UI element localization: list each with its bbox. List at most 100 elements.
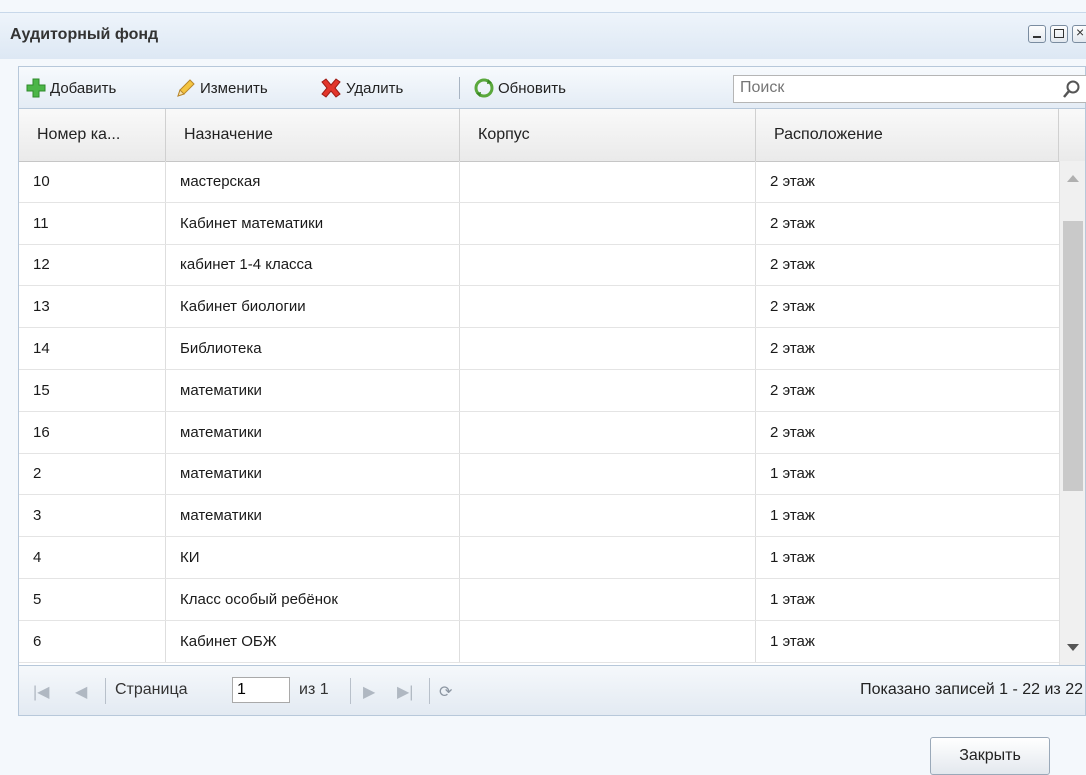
cell-purpose: кабинет 1-4 класса xyxy=(166,244,460,286)
table-row[interactable]: 2 математики 1 этаж xyxy=(19,453,1059,496)
cell-building xyxy=(460,578,756,620)
plus-icon xyxy=(26,78,46,98)
table-row[interactable]: 16 математики 2 этаж xyxy=(19,411,1059,454)
paging-toolbar: |◀ ◀ Страница из 1 ▶ ▶| ⟳ Показано запис… xyxy=(18,666,1086,716)
close-icon: × xyxy=(1076,24,1085,40)
cell-purpose: КИ xyxy=(166,537,460,578)
vertical-scrollbar[interactable] xyxy=(1059,161,1085,665)
cell-building xyxy=(460,495,756,537)
grid-header: Номер ка... Назначение Корпус Расположен… xyxy=(19,109,1085,162)
cell-number: 3 xyxy=(19,495,166,537)
delete-button-label: Удалить xyxy=(346,79,404,97)
cell-number: 13 xyxy=(19,286,166,328)
table-row[interactable]: 10 мастерская 2 этаж xyxy=(19,161,1059,203)
delete-x-icon xyxy=(321,78,341,98)
column-header-location[interactable]: Расположение xyxy=(756,109,1059,161)
table-row[interactable]: 3 математики 1 этаж xyxy=(19,495,1059,538)
close-window-button[interactable]: × xyxy=(1072,24,1086,43)
cell-number: 15 xyxy=(19,369,166,411)
cell-number: 10 xyxy=(19,161,166,202)
cell-building xyxy=(460,620,756,662)
cell-number: 2 xyxy=(19,453,166,495)
cell-purpose: Библиотека xyxy=(166,328,460,369)
pencil-icon xyxy=(177,79,195,97)
records-info: Показано записей 1 - 22 из 22 xyxy=(860,681,1083,698)
cell-location: 2 этаж xyxy=(770,256,815,274)
cell-location: 1 этаж xyxy=(770,465,815,483)
cell-number: 4 xyxy=(19,537,166,578)
refresh-icon xyxy=(474,78,494,98)
minimize-button[interactable] xyxy=(1028,25,1046,43)
title-bar[interactable]: Аудиторный фонд × xyxy=(0,12,1086,59)
table-row[interactable]: 4 КИ 1 этаж xyxy=(19,537,1059,579)
cell-location: 2 этаж xyxy=(770,340,815,358)
cell-building xyxy=(460,537,756,578)
cell-location: 1 этаж xyxy=(770,507,815,525)
scroll-up-arrow-icon[interactable] xyxy=(1067,175,1079,182)
cell-location: 2 этаж xyxy=(770,172,815,190)
cell-location: 2 этаж xyxy=(770,298,815,316)
maximize-button[interactable] xyxy=(1050,25,1068,43)
cell-location: 2 этаж xyxy=(770,423,815,441)
table-row[interactable]: 14 Библиотека 2 этаж xyxy=(19,328,1059,370)
edit-button-label: Изменить xyxy=(200,79,268,97)
cell-location: 1 этаж xyxy=(770,590,815,608)
cell-purpose: Класс особый ребёнок xyxy=(166,578,460,620)
cell-building xyxy=(460,244,756,286)
scroll-down-arrow-icon[interactable] xyxy=(1067,644,1079,651)
delete-button[interactable]: Удалить xyxy=(319,77,403,99)
window-title: Аудиторный фонд xyxy=(10,26,159,43)
cell-purpose: Кабинет биологии xyxy=(166,286,460,328)
cell-purpose: Кабинет ОБЖ xyxy=(166,620,460,662)
page-count-label: из 1 xyxy=(299,681,329,698)
column-header-number[interactable]: Номер ка... xyxy=(19,109,166,161)
cell-location: 1 этаж xyxy=(770,549,815,567)
dialog-window: Аудиторный фонд × Добавить Изменить Удал… xyxy=(0,0,1086,775)
edit-button[interactable]: Изменить xyxy=(175,77,268,99)
refresh-button[interactable]: Обновить xyxy=(473,77,566,99)
first-page-icon[interactable]: |◀ xyxy=(33,682,49,702)
table-row[interactable]: 6 Кабинет ОБЖ 1 этаж xyxy=(19,620,1059,663)
column-header-purpose[interactable]: Назначение xyxy=(166,109,460,161)
cell-number: 5 xyxy=(19,578,166,620)
cell-building xyxy=(460,161,756,202)
scrollbar-thumb[interactable] xyxy=(1063,221,1083,491)
toolbar-divider xyxy=(459,77,460,99)
table-row[interactable]: 11 Кабинет математики 2 этаж xyxy=(19,202,1059,245)
page-label: Страница xyxy=(115,681,188,698)
column-header-building[interactable]: Корпус xyxy=(460,109,756,161)
rooms-grid: Номер ка... Назначение Корпус Расположен… xyxy=(18,108,1086,666)
cell-purpose: математики xyxy=(166,411,460,453)
cell-building xyxy=(460,369,756,411)
close-button[interactable]: Закрыть xyxy=(930,737,1050,775)
reload-icon[interactable]: ⟳ xyxy=(439,682,452,702)
pager-divider xyxy=(350,678,351,704)
cell-building xyxy=(460,453,756,495)
cell-purpose: математики xyxy=(166,453,460,495)
refresh-button-label: Обновить xyxy=(498,79,566,97)
cell-building xyxy=(460,328,756,369)
add-button[interactable]: Добавить xyxy=(25,77,116,99)
search-icon[interactable] xyxy=(1062,79,1082,99)
table-row[interactable]: 12 кабинет 1-4 класса 2 этаж xyxy=(19,244,1059,287)
cell-number: 12 xyxy=(19,244,166,286)
page-number-input[interactable] xyxy=(232,677,290,703)
prev-page-icon[interactable]: ◀ xyxy=(75,682,87,702)
search-field[interactable] xyxy=(733,75,1086,103)
search-input[interactable] xyxy=(734,76,1046,100)
table-row[interactable]: 15 математики 2 этаж xyxy=(19,369,1059,412)
next-page-icon[interactable]: ▶ xyxy=(363,682,375,702)
table-row[interactable]: 5 Класс особый ребёнок 1 этаж xyxy=(19,578,1059,621)
pager-divider xyxy=(105,678,106,704)
cell-purpose: математики xyxy=(166,369,460,411)
cell-location: 2 этаж xyxy=(770,381,815,399)
cell-building xyxy=(460,411,756,453)
cell-location: 1 этаж xyxy=(770,632,815,650)
cell-location: 2 этаж xyxy=(770,214,815,232)
last-page-icon[interactable]: ▶| xyxy=(397,682,413,702)
cell-number: 16 xyxy=(19,411,166,453)
grid-body: 10 мастерская 2 этаж 11 Кабинет математики 2… xyxy=(19,161,1059,663)
cell-number: 6 xyxy=(19,620,166,662)
table-row[interactable]: 13 Кабинет биологии 2 этаж xyxy=(19,286,1059,329)
cell-purpose: математики xyxy=(166,495,460,537)
